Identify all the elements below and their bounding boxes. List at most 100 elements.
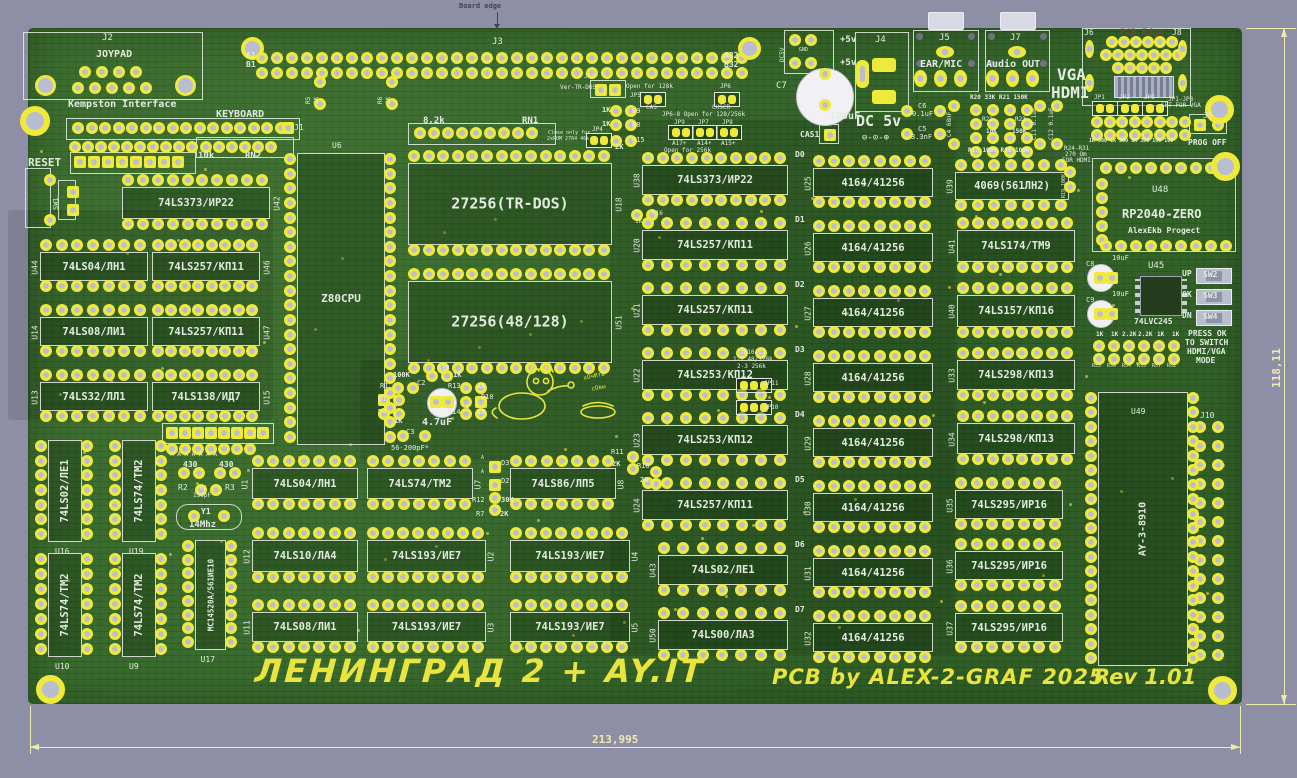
pad: [397, 527, 409, 539]
pad: [1212, 554, 1224, 566]
silkscreen-label: C3: [406, 429, 414, 436]
pad: [206, 345, 218, 357]
pad: [144, 156, 156, 168]
pad: [155, 469, 167, 481]
pad: [1002, 641, 1014, 653]
pad: [137, 174, 149, 186]
pad: [1002, 326, 1014, 338]
pad: [889, 285, 901, 297]
pad: [602, 498, 614, 510]
pad: [282, 122, 294, 134]
ic-label: 74LS298/КП13: [958, 369, 1074, 381]
pad: [904, 415, 916, 427]
pad: [874, 610, 886, 622]
pad: [134, 410, 146, 422]
pad: [957, 389, 969, 401]
pad: [541, 67, 553, 79]
via: [999, 273, 1002, 276]
pad: [267, 455, 279, 467]
pad: [805, 57, 817, 69]
dimension-ext-bottom: [1246, 704, 1296, 705]
silkscreen-label: J1: [294, 124, 304, 132]
pad: [226, 174, 238, 186]
pad: [571, 571, 583, 583]
dc-jack-pad: [872, 58, 896, 72]
pad: [40, 369, 52, 381]
pad: [957, 326, 969, 338]
pad: [1085, 450, 1097, 462]
oval-pad: [1085, 40, 1094, 58]
pad: [510, 268, 522, 280]
pad: [1212, 649, 1224, 661]
pad: [1016, 282, 1028, 294]
silkscreen-label: 14Mhz: [189, 521, 216, 530]
pad: [680, 477, 692, 489]
pad: [271, 67, 283, 79]
ic-refdes: U8: [616, 479, 625, 489]
pad: [179, 280, 191, 292]
ic-refdes: U43: [649, 563, 658, 577]
pad: [1022, 159, 1034, 171]
ic-refdes: U23: [633, 433, 642, 447]
pad: [988, 199, 1000, 211]
pad: [1124, 62, 1136, 74]
silkscreen-label: D5: [795, 476, 805, 484]
pad: [109, 469, 121, 481]
pad: [428, 455, 440, 467]
pad: [384, 343, 396, 355]
ic-refdes: U49: [1131, 407, 1145, 416]
pad: [904, 326, 916, 338]
pad: [661, 347, 673, 359]
pad: [423, 362, 435, 374]
silkscreen-label: 2K: [615, 144, 623, 151]
pad: [134, 141, 146, 153]
pad: [140, 82, 152, 94]
silkscreen-label: CAS1: [800, 131, 819, 139]
pad: [35, 583, 47, 595]
pad: [919, 196, 931, 208]
ic-refdes: U20: [633, 238, 642, 252]
pad: [225, 540, 237, 552]
silkscreen-label: D4: [378, 409, 386, 416]
pad: [466, 52, 478, 64]
silkscreen-label: D3: [501, 460, 509, 467]
pad: [813, 350, 825, 362]
pad: [957, 453, 969, 465]
pad: [113, 66, 125, 78]
pcb-3d-viewport[interactable]: 74LS373/ИР22U4274LS04/ЛН1U4474LS257/КП11…: [0, 0, 1297, 778]
pad: [919, 521, 931, 533]
ic-U15: 74LS138/ИД7U15: [152, 382, 260, 411]
pad: [283, 455, 295, 467]
silkscreen-label: Audio OUT: [986, 60, 1040, 70]
pad: [1004, 104, 1016, 116]
oval-pad: [1178, 74, 1187, 92]
pad: [314, 76, 326, 88]
pad: [1160, 49, 1172, 61]
ic-U47: 74LS257/КП11U47: [152, 317, 260, 346]
pad: [716, 607, 728, 619]
pad: [1148, 49, 1160, 61]
pad: [1085, 536, 1097, 548]
pad: [421, 52, 433, 64]
silkscreen-label: MODE: [1196, 357, 1215, 365]
pad: [225, 622, 237, 634]
pad: [225, 609, 237, 621]
pad: [987, 282, 999, 294]
pad: [225, 581, 237, 593]
silkscreen-label: C2: [417, 380, 425, 387]
pad: [616, 599, 628, 611]
pad: [774, 259, 786, 271]
pad: [1002, 347, 1014, 359]
pad: [284, 387, 296, 399]
ic-refdes: U39: [946, 179, 955, 193]
pad: [81, 499, 93, 511]
pad: [382, 571, 394, 583]
pad: [904, 350, 916, 362]
pad: [540, 244, 552, 256]
silkscreen-label: J7: [1010, 34, 1021, 43]
pad: [489, 461, 501, 473]
pad: [554, 150, 566, 162]
ic-label: 74LS193/ИЕ7: [368, 621, 485, 633]
pad: [1033, 600, 1045, 612]
silkscreen-label: 1K: [477, 409, 485, 416]
